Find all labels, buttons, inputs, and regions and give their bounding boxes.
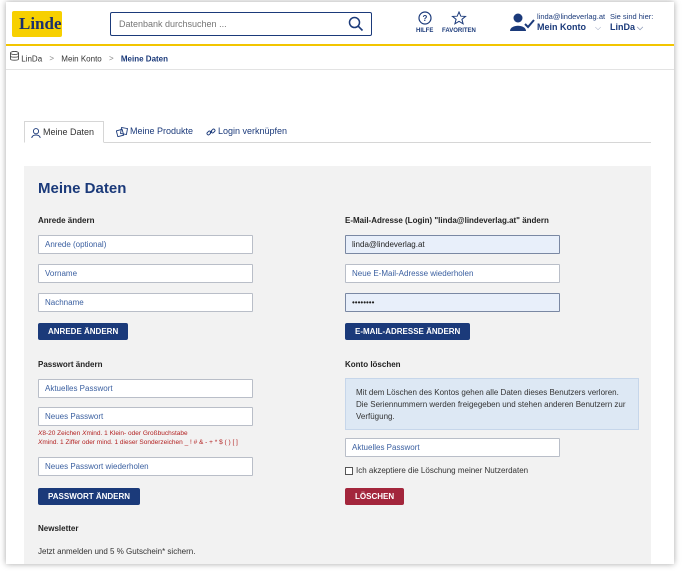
delete-info-box: Mit dem Löschen des Kontos gehen alle Da… <box>345 378 639 430</box>
nachname-field <box>38 293 253 312</box>
help-label: HILFE <box>416 28 434 34</box>
anrede-aendern-button[interactable]: ANREDE ÄNDERN <box>38 323 129 340</box>
konto-loeschen-heading: Konto löschen <box>345 360 401 369</box>
breadcrumb: LinDa > Mein Konto > Meine Daten <box>6 48 674 70</box>
browser-frame: Linde ? HILFE FAVORITEN linda@lindeverla… <box>6 2 674 564</box>
password-rules: X8-20 Zeichen Xmind. 1 Klein- oder Großb… <box>38 429 238 447</box>
breadcrumb-current: Meine Daten <box>120 54 169 64</box>
email-heading: E-Mail-Adresse (Login) "linda@lindeverla… <box>345 216 549 225</box>
tab-meine-daten[interactable]: Meine Daten <box>24 121 104 143</box>
email-repeat-input[interactable] <box>346 265 559 282</box>
account-label: Mein Konto <box>537 22 586 32</box>
svg-text:?: ? <box>422 14 427 23</box>
linde-logo[interactable]: Linde <box>12 11 62 37</box>
help-icon: ? <box>418 11 432 27</box>
chevron-down-icon: ⌵ <box>637 23 644 32</box>
account-email: linda@lindeverlag.at <box>537 12 606 21</box>
new-password-input[interactable] <box>39 408 252 425</box>
email-repeat-field <box>345 264 560 283</box>
new-password-field <box>38 407 253 426</box>
chevron-right-icon: > <box>49 54 55 64</box>
email-password-field <box>345 293 560 312</box>
email-field <box>345 235 560 254</box>
user-icon <box>31 127 43 138</box>
page-title: Meine Daten <box>38 180 127 197</box>
search-box <box>110 12 372 36</box>
delete-consent: Ich akzeptiere die Löschung meiner Nutze… <box>345 466 528 475</box>
tab-meine-produkte[interactable]: Meine Produkte <box>110 121 199 143</box>
anrede-heading: Anrede ändern <box>38 216 95 225</box>
star-icon <box>451 10 467 27</box>
site-selector[interactable]: Sie sind hier: LinDa ⌵ <box>610 12 653 33</box>
breadcrumb-linda[interactable]: LinDa <box>21 54 42 63</box>
email-password-input[interactable] <box>346 294 559 311</box>
current-password-field <box>38 379 253 398</box>
password-rule-2: mind. 1 Klein- oder Großbuchstabe <box>86 430 188 437</box>
delete-password-field <box>345 438 560 457</box>
newsletter-heading: Newsletter <box>38 524 79 533</box>
email-aendern-button[interactable]: E-MAIL-ADRESSE ÄNDERN <box>345 323 471 340</box>
tab-label: Meine Produkte <box>130 126 194 136</box>
anrede-input[interactable] <box>39 236 252 253</box>
repeat-password-field <box>38 457 253 476</box>
anrede-field <box>38 235 253 254</box>
passwort-aendern-button[interactable]: PASSWORT ÄNDERN <box>38 488 141 505</box>
password-rule-1: 8-20 Zeichen <box>42 430 81 437</box>
breadcrumb-konto[interactable]: Mein Konto <box>61 54 101 63</box>
link-icon <box>206 126 218 136</box>
email-input[interactable] <box>346 236 559 253</box>
meine-daten-panel: Meine Daten Anrede ändern ANREDE ÄNDERN … <box>24 166 651 564</box>
chevron-down-icon: ⌵ <box>595 23 602 32</box>
consent-label: Ich akzeptiere die Löschung meiner Nutze… <box>356 466 529 475</box>
site-header: Linde ? HILFE FAVORITEN linda@lindeverla… <box>6 2 674 46</box>
tab-label: Meine Daten <box>43 127 95 137</box>
help-button[interactable]: ? HILFE <box>416 11 433 34</box>
site-hint: Sie sind hier: <box>610 12 654 21</box>
consent-checkbox[interactable] <box>345 466 353 475</box>
tab-label: Login verknüpfen <box>218 126 288 136</box>
passwort-heading: Passwort ändern <box>38 360 103 369</box>
delete-password-input[interactable] <box>346 439 559 456</box>
vorname-input[interactable] <box>39 265 252 282</box>
search-input[interactable] <box>111 13 331 35</box>
favorites-button[interactable]: FAVORITEN <box>442 10 476 34</box>
products-icon <box>115 126 130 137</box>
tab-login-verknuepfen[interactable]: Login verknüpfen <box>200 121 293 143</box>
account-tabs: Meine Daten Meine Produkte Login verknüp… <box>24 121 651 143</box>
search-icon[interactable] <box>348 16 364 34</box>
database-icon <box>10 51 21 63</box>
repeat-password-input[interactable] <box>39 458 252 475</box>
chevron-right-icon: > <box>108 54 114 64</box>
user-check-icon <box>509 13 535 33</box>
loeschen-button[interactable]: LÖSCHEN <box>345 488 405 505</box>
password-rule-3: mind. 1 Ziffer oder mind. 1 dieser Sonde… <box>42 439 238 446</box>
vorname-field <box>38 264 253 283</box>
site-name: LinDa <box>610 22 636 32</box>
nachname-input[interactable] <box>39 294 252 311</box>
newsletter-text: Jetzt anmelden und 5 % Gutschein* sicher… <box>38 547 196 556</box>
current-password-input[interactable] <box>39 380 252 397</box>
favorites-label: FAVORITEN <box>442 28 476 34</box>
